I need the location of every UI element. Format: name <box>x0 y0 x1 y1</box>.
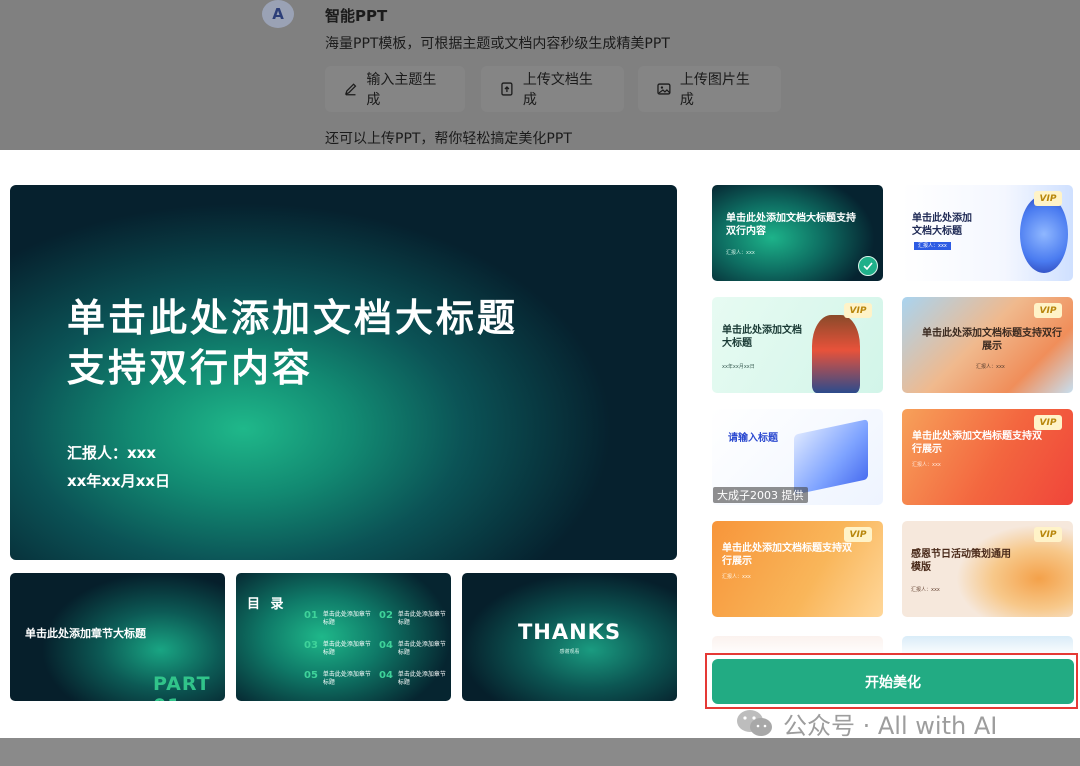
thumb-thanks-title: THANKS <box>517 620 622 644</box>
toc-num: 02 <box>379 610 393 621</box>
toc-num: 05 <box>304 670 318 681</box>
slide-title: 单击此处添加文档大标题 支持双行内容 <box>67 293 518 393</box>
template-card[interactable]: 单击此处添加文档标题支持双行展示 汇报人：xxx VIP <box>902 297 1073 393</box>
toc-item: 01 单击此处添加章节标题 <box>304 611 371 627</box>
background-footer <box>0 738 1080 766</box>
image-generate-button[interactable]: 上传图片生成 <box>638 66 781 112</box>
toc-item: 02 单击此处添加章节标题 <box>379 611 446 627</box>
background-page: A 智能PPT 海量PPT模板，可根据主题或文档内容秒级生成精美PPT 输入主题… <box>0 0 1080 150</box>
template-card[interactable]: 单击此处添加文档大标题支持双行内容 汇报人：xxx <box>712 185 883 281</box>
slide-thumbnail-toc[interactable]: 目 录 01 单击此处添加章节标题 02 单击此处添加章节标题 03 单击此处添加章节… <box>236 573 451 701</box>
doc-generate-button[interactable]: 上传文档生成 <box>481 66 624 112</box>
topic-generate-label: 输入主题生成 <box>366 72 437 108</box>
toc-text: 单击此处添加章节标题 <box>322 611 371 626</box>
template-title: 请输入标题 <box>728 433 778 444</box>
girl-illustration <box>812 315 860 393</box>
start-beautify-button[interactable]: 开始美化 <box>712 659 1074 704</box>
toc-text: 单击此处添加章节标题 <box>322 671 371 686</box>
upload-icon <box>501 82 513 96</box>
toc-item: 04 单击此处添加章节标题 <box>379 671 446 687</box>
template-meta: 汇报人：xxx <box>722 574 751 580</box>
template-meta: xx年xx月xx日 <box>722 364 755 370</box>
toc-num: 04 <box>379 640 393 651</box>
isometric-illustration <box>794 419 868 495</box>
template-card[interactable]: 单击此处添加文档大标题 汇报人：xxx VIP <box>902 185 1073 281</box>
template-credit: 大成子2003 提供 <box>713 487 808 503</box>
template-title: 感恩节日活动策划通用模版 <box>911 549 1011 573</box>
toc-item: 05 单击此处添加章节标题 <box>304 671 371 687</box>
vip-badge: VIP <box>1034 303 1062 318</box>
app-logo-icon: A <box>262 0 294 28</box>
watermark-text: 公众号 · All with AI <box>783 711 998 740</box>
vip-badge: VIP <box>1034 415 1062 430</box>
vip-badge: VIP <box>844 527 872 542</box>
template-meta: 汇报人：xxx <box>914 242 951 250</box>
topic-generate-button[interactable]: 输入主题生成 <box>325 66 465 112</box>
app-title: 智能PPT <box>325 7 388 25</box>
template-card[interactable]: 单击此处添加文档大标题 xx年xx月xx日 VIP <box>712 297 883 393</box>
wechat-icon <box>735 708 775 738</box>
doc-generate-label: 上传文档生成 <box>522 72 593 108</box>
template-title: 单击此处添加文档大标题支持双行内容 <box>726 213 856 237</box>
template-title: 单击此处添加文档标题支持双行展示 <box>722 543 852 567</box>
toc-text: 单击此处添加章节标题 <box>397 611 446 626</box>
thumb-chapter-title: 单击此处添加章节大标题 <box>25 627 146 640</box>
template-meta: 汇报人：xxx <box>911 587 940 593</box>
vip-badge: VIP <box>1034 527 1062 542</box>
image-icon <box>657 83 671 95</box>
toc-item: 03 单击此处添加章节标题 <box>304 641 371 657</box>
app-description: 海量PPT模板，可根据主题或文档内容秒级生成精美PPT <box>325 36 670 52</box>
pen-icon <box>344 83 357 96</box>
template-card[interactable]: 单击此处添加文档标题支持双行展示 汇报人：xxx VIP <box>712 521 883 617</box>
toc-text: 单击此处添加章节标题 <box>322 641 371 656</box>
slide-title-line2: 支持双行内容 <box>67 346 314 390</box>
upload-hint: 还可以上传PPT，帮你轻松搞定美化PPT <box>325 131 572 147</box>
template-title: 单击此处添加文档大标题 <box>722 325 802 349</box>
image-generate-label: 上传图片生成 <box>679 72 750 108</box>
slide-thumbnail-thanks[interactable]: THANKS 感谢观看 <box>462 573 677 701</box>
vip-badge: VIP <box>844 303 872 318</box>
toc-heading: 目 录 <box>247 597 287 612</box>
vip-badge: VIP <box>1034 191 1062 206</box>
template-card[interactable]: 感恩节日活动策划通用模版 汇报人：xxx VIP <box>902 521 1073 617</box>
template-meta: 汇报人：xxx <box>912 462 941 468</box>
template-meta: 汇报人：xxx <box>726 250 755 256</box>
main-slide-preview: 单击此处添加文档大标题 支持双行内容 汇报人：xxx xx年xx月xx日 <box>10 185 677 560</box>
watermark: 公众号 · All with AI <box>735 705 997 741</box>
thumb-part-label: PART 01 <box>153 673 211 701</box>
template-card[interactable]: 单击此处添加文档标题支持双行展示 汇报人：xxx VIP <box>902 409 1073 505</box>
rocket-illustration <box>1020 195 1068 273</box>
template-title: 单击此处添加文档标题支持双行展示 <box>922 328 1062 352</box>
template-title: 单击此处添加文档大标题 <box>912 213 972 237</box>
slide-reporter: 汇报人：xxx <box>67 444 157 462</box>
slide-title-line1: 单击此处添加文档大标题 <box>67 296 519 340</box>
template-meta: 汇报人：xxx <box>976 364 1005 370</box>
slide-date: xx年xx月xx日 <box>67 472 171 490</box>
toc-text: 单击此处添加章节标题 <box>397 671 446 686</box>
selected-check-icon <box>858 256 878 276</box>
slide-thumbnail-chapter[interactable]: 单击此处添加章节大标题 PART 01 <box>10 573 225 701</box>
toc-num: 04 <box>379 670 393 681</box>
toc-num: 01 <box>304 610 318 621</box>
thumb-thanks-subtitle: 感谢观看 <box>559 649 580 655</box>
template-title: 单击此处添加文档标题支持双行展示 <box>912 431 1042 455</box>
toc-item: 04 单击此处添加章节标题 <box>379 641 446 657</box>
toc-num: 03 <box>304 640 318 651</box>
toc-text: 单击此处添加章节标题 <box>397 641 446 656</box>
